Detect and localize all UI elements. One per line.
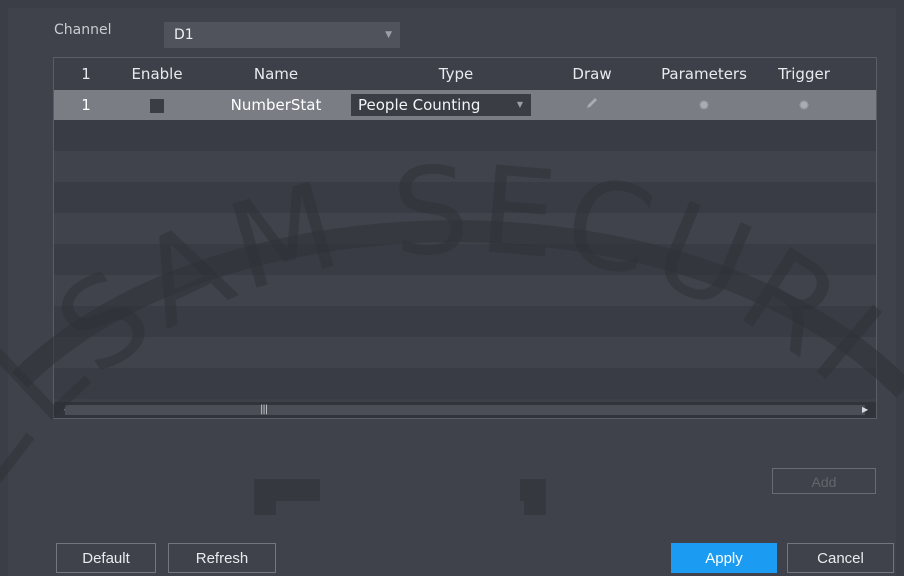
empty-row bbox=[54, 244, 876, 275]
gear-icon[interactable]: ✹ bbox=[698, 98, 710, 114]
enable-checkbox[interactable] bbox=[150, 98, 164, 113]
enable-cell bbox=[118, 90, 196, 120]
rule-name: NumberStat bbox=[230, 96, 322, 114]
add-button[interactable]: Add bbox=[772, 468, 876, 494]
scroll-right-icon[interactable]: ▶ bbox=[862, 402, 868, 418]
chevron-down-icon: ▼ bbox=[516, 100, 523, 109]
column-header-type: Type bbox=[438, 65, 474, 83]
channel-select-value: D1 bbox=[174, 27, 194, 43]
row-index: 1 bbox=[81, 96, 91, 114]
column-header-name: Name bbox=[253, 65, 299, 83]
empty-row bbox=[54, 275, 876, 306]
channel-label: Channel bbox=[54, 22, 112, 38]
empty-row bbox=[54, 182, 876, 213]
trigger-cell: ✹ bbox=[766, 90, 842, 120]
refresh-button[interactable]: Refresh bbox=[168, 543, 276, 573]
empty-row bbox=[54, 120, 876, 151]
empty-row bbox=[54, 213, 876, 244]
empty-row bbox=[54, 151, 876, 182]
column-header-draw: Draw bbox=[572, 65, 612, 83]
cancel-button[interactable]: Cancel bbox=[787, 543, 894, 573]
empty-row bbox=[54, 337, 876, 368]
channel-select[interactable]: D1 ▼ bbox=[164, 22, 400, 48]
gear-icon[interactable]: ✹ bbox=[798, 98, 810, 114]
table-row[interactable]: 1 NumberStat People Counting ▼ ✹ ✹ bbox=[54, 90, 876, 120]
rule-table: 1 Enable Name Type Draw Parameters Trigg… bbox=[53, 57, 877, 419]
scroll-grip-icon: ||| bbox=[260, 404, 268, 415]
chevron-down-icon: ▼ bbox=[385, 30, 392, 40]
parameters-cell: ✹ bbox=[644, 90, 764, 120]
type-select[interactable]: People Counting ▼ bbox=[351, 94, 531, 116]
horizontal-scrollbar[interactable]: ◀ ||| ▶ bbox=[54, 402, 876, 418]
empty-row bbox=[54, 306, 876, 337]
scrollbar-thumb[interactable] bbox=[65, 405, 865, 415]
default-button[interactable]: Default bbox=[56, 543, 156, 573]
type-select-value: People Counting bbox=[358, 96, 481, 114]
empty-row bbox=[54, 368, 876, 399]
column-header-trigger: Trigger bbox=[778, 65, 830, 83]
pencil-icon[interactable] bbox=[585, 96, 599, 110]
column-header-index: 1 bbox=[81, 65, 91, 83]
apply-button[interactable]: Apply bbox=[671, 543, 777, 573]
draw-cell bbox=[560, 90, 624, 120]
table-header: 1 Enable Name Type Draw Parameters Trigg… bbox=[54, 58, 876, 90]
column-header-parameters: Parameters bbox=[661, 65, 747, 83]
column-header-enable: Enable bbox=[131, 65, 183, 83]
